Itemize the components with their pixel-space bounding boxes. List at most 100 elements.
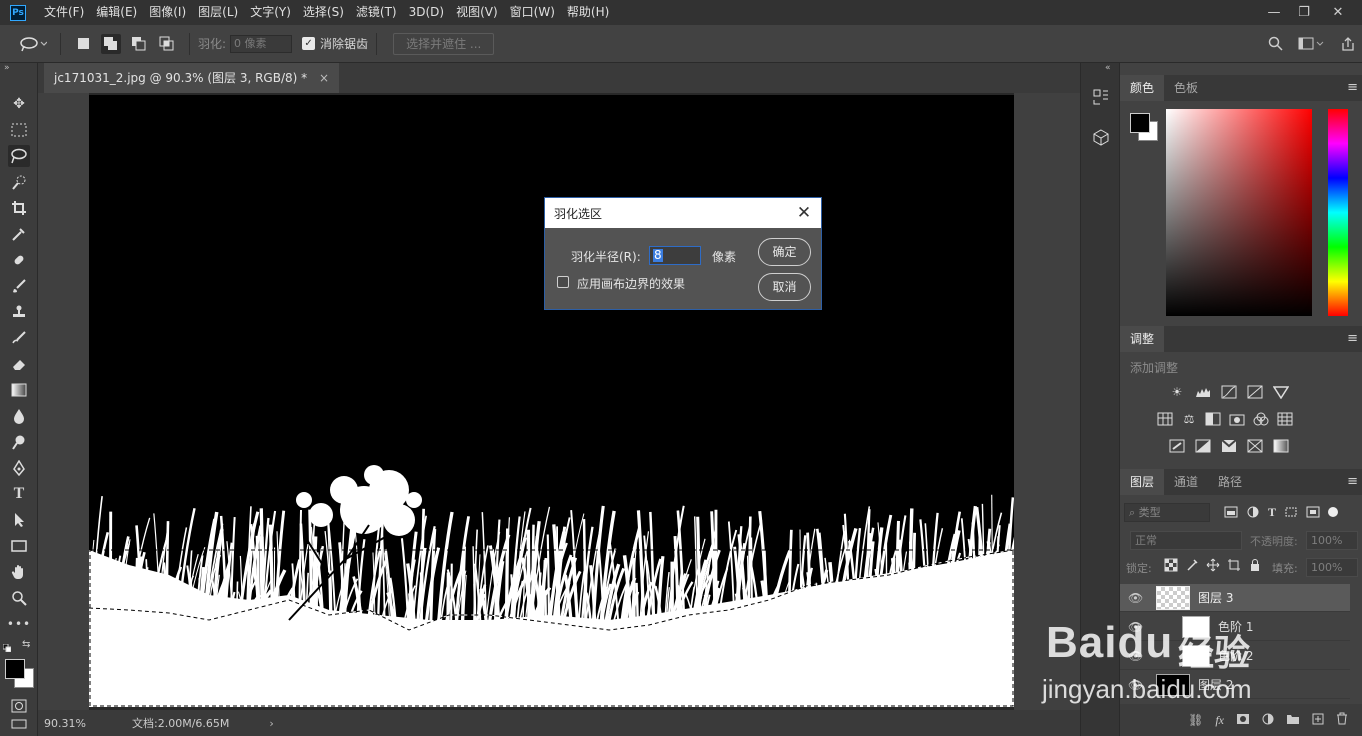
crop-tool-icon[interactable]	[8, 197, 30, 219]
history-panel-icon[interactable]	[1091, 87, 1111, 107]
zoom-tool-icon[interactable]	[8, 587, 30, 609]
tab-color[interactable]: 颜色	[1120, 75, 1165, 101]
filter-pixel-icon[interactable]	[1224, 506, 1238, 518]
quick-selection-tool-icon[interactable]	[8, 171, 30, 193]
gradient-tool-icon[interactable]	[8, 379, 30, 401]
search-icon[interactable]	[1266, 34, 1286, 54]
feather-input[interactable]: 0 像素	[230, 34, 293, 53]
exposure-icon[interactable]	[1246, 385, 1264, 399]
color-fg-swatch[interactable]	[1130, 113, 1150, 133]
menu-file[interactable]: 文件(F)	[38, 0, 90, 25]
filter-smart-object-icon[interactable]	[1306, 506, 1320, 518]
fill-input[interactable]: 100%	[1306, 558, 1358, 577]
tab-swatches[interactable]: 色板	[1164, 75, 1208, 101]
color-picker-field[interactable]	[1166, 109, 1312, 316]
delete-layer-icon[interactable]	[1336, 712, 1348, 728]
posterize-icon[interactable]	[1194, 439, 1212, 453]
filter-toggle-icon[interactable]	[1328, 507, 1339, 517]
menu-3d[interactable]: 3D(D)	[403, 0, 450, 25]
rectangle-tool-icon[interactable]	[8, 535, 30, 557]
tab-adjustments[interactable]: 调整	[1120, 326, 1165, 352]
eraser-tool-icon[interactable]	[8, 353, 30, 375]
menu-image[interactable]: 图像(I)	[143, 0, 192, 25]
hand-tool-icon[interactable]	[8, 561, 30, 583]
collapse-icon[interactable]: »	[4, 63, 10, 73]
layers-panel-menu-icon[interactable]: ≡	[1347, 469, 1358, 495]
tab-layers[interactable]: 图层	[1120, 469, 1165, 495]
new-adjustment-layer-icon[interactable]	[1262, 713, 1274, 728]
type-tool-icon[interactable]: T	[8, 483, 30, 505]
restore-button[interactable]: ❐	[1290, 0, 1318, 25]
new-layer-icon[interactable]	[1312, 713, 1324, 728]
layer-row[interactable]: 👁 图层 3	[1120, 584, 1350, 612]
lasso-tool-preset-icon[interactable]	[18, 34, 48, 54]
quick-mask-icon[interactable]	[8, 695, 30, 717]
feather-radius-input[interactable]: 8	[649, 246, 701, 265]
marquee-tool-icon[interactable]	[8, 119, 30, 141]
menu-window[interactable]: 窗口(W)	[504, 0, 561, 25]
threshold-icon[interactable]	[1220, 439, 1238, 453]
pen-tool-icon[interactable]	[8, 457, 30, 479]
invert-icon[interactable]	[1168, 439, 1186, 453]
channel-mixer-icon[interactable]	[1252, 412, 1270, 426]
healing-brush-tool-icon[interactable]	[8, 249, 30, 271]
3d-panel-icon[interactable]	[1091, 127, 1111, 147]
add-mask-icon[interactable]	[1236, 713, 1250, 728]
menu-filter[interactable]: 滤镜(T)	[350, 0, 403, 25]
collapse-dock-icon[interactable]: «	[1105, 63, 1111, 73]
filter-type-icon[interactable]: T	[1268, 505, 1276, 520]
menu-layer[interactable]: 图层(L)	[192, 0, 244, 25]
menu-view[interactable]: 视图(V)	[450, 0, 504, 25]
close-window-button[interactable]: ✕	[1324, 0, 1352, 25]
selective-color-icon[interactable]	[1246, 439, 1264, 453]
layer-name[interactable]: 图层 3	[1198, 589, 1233, 606]
intersect-selection-icon[interactable]	[157, 34, 177, 54]
filter-adjustment-icon[interactable]	[1246, 506, 1260, 518]
lock-artboard-icon[interactable]	[1227, 558, 1241, 572]
hue-saturation-icon[interactable]	[1156, 412, 1174, 426]
lock-position-icon[interactable]	[1206, 558, 1220, 572]
move-tool-icon[interactable]: ✥	[8, 93, 30, 115]
vibrance-icon[interactable]	[1272, 385, 1290, 399]
document-image[interactable]	[89, 95, 1014, 707]
brush-tool-icon[interactable]	[8, 275, 30, 297]
clone-stamp-tool-icon[interactable]	[8, 301, 30, 323]
cancel-button[interactable]: 取消	[758, 273, 811, 301]
menu-type[interactable]: 文字(Y)	[244, 0, 297, 25]
workspace-icon[interactable]	[1296, 34, 1326, 54]
curves-icon[interactable]	[1220, 385, 1238, 399]
more-tools-icon[interactable]: •••	[7, 613, 30, 635]
link-layers-icon[interactable]: ⛓	[1188, 713, 1203, 727]
antialias-checkbox[interactable]: ✓	[302, 37, 316, 50]
new-selection-icon[interactable]	[73, 34, 93, 54]
filter-shape-icon[interactable]	[1284, 506, 1298, 518]
blend-mode-select[interactable]: 正常	[1130, 531, 1242, 550]
menu-help[interactable]: 帮助(H)	[561, 0, 615, 25]
default-colors-icon[interactable]	[2, 641, 12, 653]
minimize-button[interactable]: —	[1260, 0, 1288, 25]
adjustments-panel-menu-icon[interactable]: ≡	[1347, 326, 1358, 352]
lasso-tool-icon[interactable]	[8, 145, 30, 167]
color-lookup-icon[interactable]	[1276, 412, 1294, 426]
document-tab[interactable]: jc171031_2.jpg @ 90.3% (图层 3, RGB/8) * ×	[44, 63, 340, 93]
tab-close-icon[interactable]: ×	[319, 71, 329, 85]
status-menu-arrow[interactable]: ›	[269, 717, 273, 730]
history-brush-tool-icon[interactable]	[8, 327, 30, 349]
lock-transparent-icon[interactable]	[1164, 558, 1178, 572]
dodge-tool-icon[interactable]	[8, 431, 30, 453]
swap-colors-icon[interactable]: ⇆	[22, 639, 30, 650]
tab-channels[interactable]: 通道	[1164, 469, 1208, 495]
lock-pixels-icon[interactable]	[1185, 558, 1199, 572]
visibility-eye-icon[interactable]: 👁	[1128, 591, 1143, 605]
fx-icon[interactable]: fx	[1215, 713, 1224, 728]
brightness-icon[interactable]: ☀	[1168, 385, 1186, 399]
color-panel-menu-icon[interactable]: ≡	[1347, 75, 1358, 101]
layer-filter-select[interactable]: ⌕ 类型	[1124, 503, 1210, 522]
gradient-map-icon[interactable]	[1272, 439, 1290, 453]
new-group-icon[interactable]	[1286, 713, 1300, 728]
add-to-selection-icon[interactable]	[101, 33, 121, 54]
subtract-from-selection-icon[interactable]	[129, 34, 149, 54]
opacity-input[interactable]: 100%	[1306, 531, 1358, 550]
apply-canvas-checkbox[interactable]	[557, 276, 569, 288]
menu-select[interactable]: 选择(S)	[297, 0, 350, 25]
